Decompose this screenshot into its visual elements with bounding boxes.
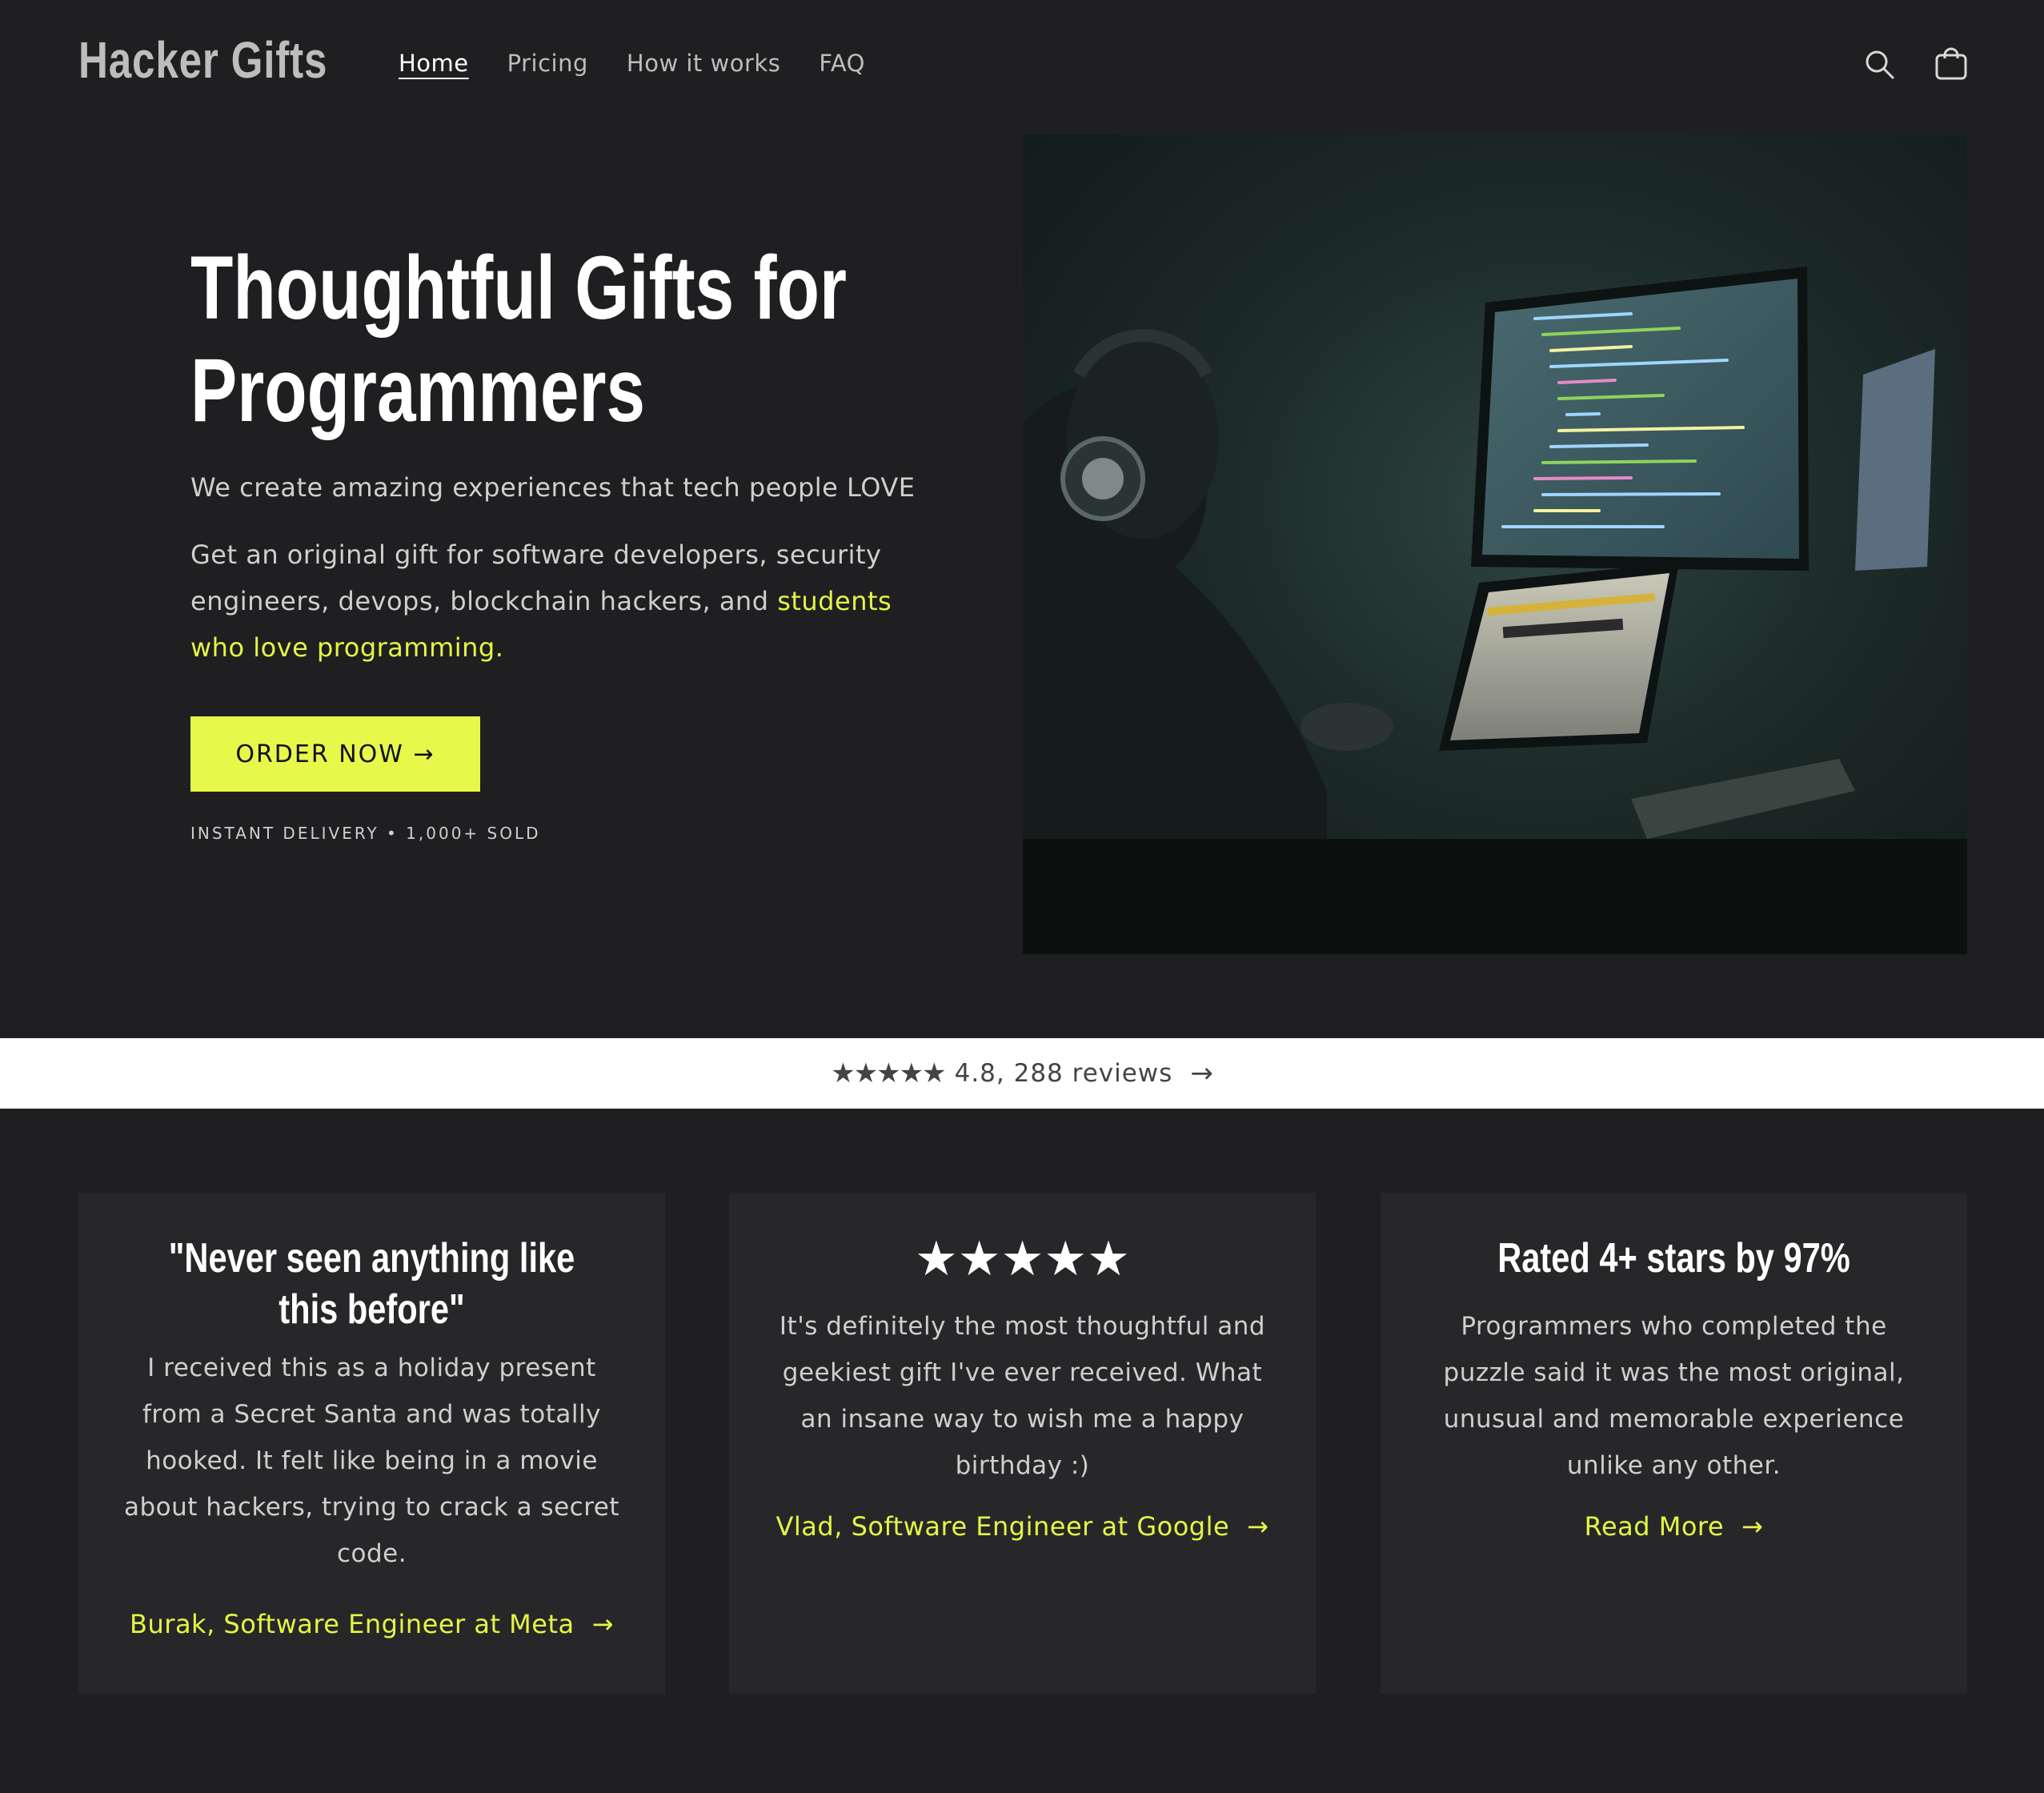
site-header: Hacker Gifts Home Pricing How it works F…: [0, 0, 2044, 132]
rating-text: 4.8, 288 reviews: [954, 1059, 1173, 1088]
card-body: It's definitely the most thoughtful and …: [779, 1312, 1266, 1480]
hero-subtitle: We create amazing experiences that tech …: [190, 472, 916, 503]
site-logo[interactable]: Hacker Gifts: [78, 30, 327, 90]
reviews-bar[interactable]: ★★★★★ 4.8, 288 reviews →: [0, 1038, 2044, 1109]
main-nav: Home Pricing How it works FAQ: [399, 50, 865, 77]
five-stars-icon: ★★★★★: [915, 1231, 1130, 1287]
rating-stars-icon: ★★★★★: [831, 1057, 946, 1089]
order-now-button[interactable]: ORDER NOW →: [190, 716, 480, 792]
arrow-right-icon: →: [1741, 1511, 1764, 1542]
card-link-label: Vlad, Software Engineer at Google: [776, 1511, 1230, 1542]
testimonial-card-1: "Never seen anything like this before" I…: [78, 1193, 665, 1694]
card-link-label: Read More: [1584, 1511, 1725, 1542]
testimonial-card-3: Rated 4+ stars by 97% Programmers who co…: [1381, 1193, 1967, 1694]
card-title: "Never seen anything like this before": [168, 1235, 575, 1333]
search-icon[interactable]: [1860, 45, 1898, 83]
testimonial-card-2: ★★★★★ It's definitely the most thoughtfu…: [729, 1193, 1316, 1694]
card-body: I received this as a holiday present fro…: [123, 1354, 620, 1568]
order-now-label: ORDER NOW →: [235, 740, 435, 768]
card-author-link[interactable]: Vlad, Software Engineer at Google →: [729, 1511, 1316, 1542]
read-more-link[interactable]: Read More →: [1381, 1511, 1967, 1542]
arrow-right-icon: →: [1247, 1511, 1269, 1542]
hero-meta: INSTANT DELIVERY • 1,000+ SOLD: [190, 824, 541, 843]
cart-icon[interactable]: [1932, 45, 1970, 83]
hero-desc-suffix: .: [495, 632, 504, 663]
nav-faq[interactable]: FAQ: [819, 50, 865, 77]
nav-how-it-works[interactable]: How it works: [627, 50, 780, 77]
card-body: Programmers who completed the puzzle sai…: [1443, 1312, 1905, 1480]
nav-home[interactable]: Home: [399, 50, 469, 77]
hero-description: Get an original gift for software develo…: [190, 531, 911, 671]
nav-pricing[interactable]: Pricing: [507, 50, 588, 77]
card-link-label: Burak, Software Engineer at Meta: [130, 1609, 575, 1639]
card-title: Rated 4+ stars by 97%: [1497, 1235, 1850, 1282]
hero-title: Thoughtful Gifts for Programmers: [190, 238, 847, 440]
arrow-right-icon: →: [591, 1609, 614, 1639]
arrow-right-icon: →: [1190, 1057, 1213, 1089]
hero-image: [1023, 134, 1967, 954]
card-author-link[interactable]: Burak, Software Engineer at Meta →: [78, 1609, 665, 1639]
